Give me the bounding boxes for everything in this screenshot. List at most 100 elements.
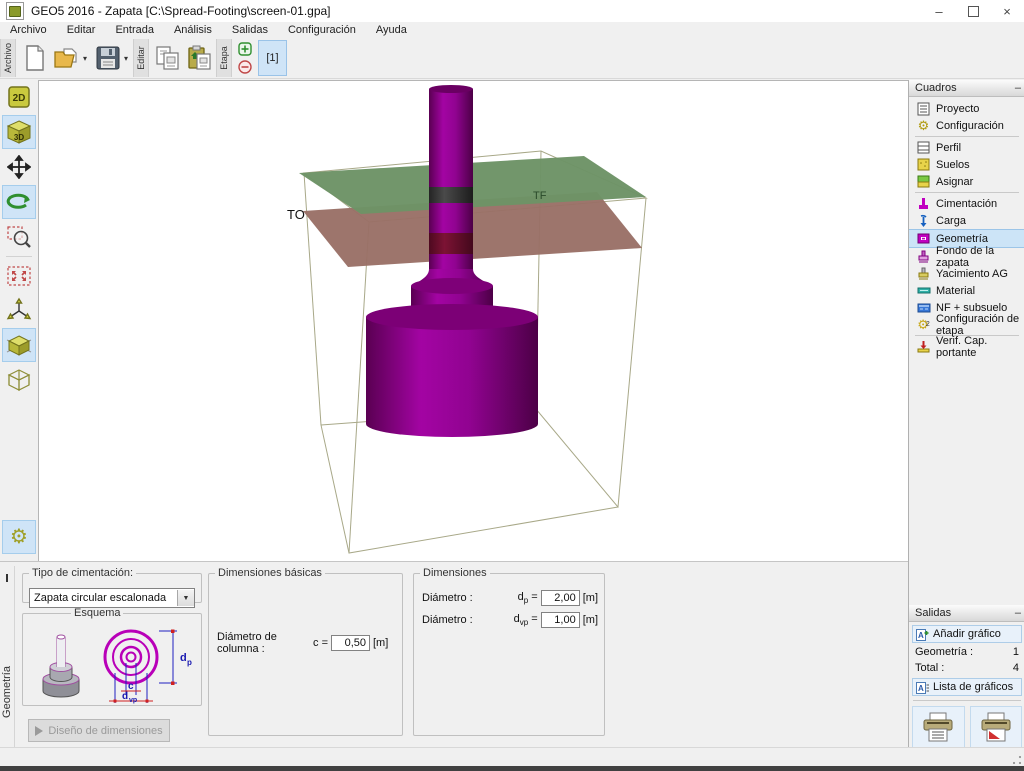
save-file-button[interactable]: [93, 41, 123, 75]
rotate-button[interactable]: [2, 185, 36, 219]
close-button[interactable]: ×: [990, 1, 1024, 22]
3d-icon: 3D: [6, 120, 32, 144]
frame-side-tab: Geometría: [0, 566, 15, 748]
schema-diagram: d p c d vp: [42, 629, 192, 704]
2d-icon: 2D: [8, 86, 30, 108]
project-icon: [916, 101, 931, 116]
main-toolbar: Archivo ▾ ▾ Editar Etapa [1]: [0, 38, 1024, 79]
resize-grip[interactable]: [1013, 756, 1021, 764]
zoom-extents-icon: [7, 266, 31, 286]
svg-text:A: A: [918, 684, 924, 693]
model-viewport[interactable]: TO TF: [38, 80, 909, 562]
new-file-button[interactable]: [20, 41, 50, 75]
list-graphics-icon: A: [916, 681, 929, 694]
sidebar-item-proyecto[interactable]: Proyecto: [909, 100, 1024, 117]
load-icon: [916, 213, 931, 228]
material-icon: [916, 283, 931, 298]
copy-icon: [156, 46, 179, 70]
soils-icon: [916, 157, 931, 172]
open-folder-icon: [54, 48, 77, 68]
stepped-footing-3d: [366, 278, 538, 437]
menu-configuracion[interactable]: Configuración: [278, 24, 366, 36]
zoom-window-button[interactable]: [3, 221, 35, 253]
view-settings-button[interactable]: ⚙: [2, 520, 36, 554]
outputs-separator: [913, 700, 1021, 701]
sidebar-item-cimentacion[interactable]: Cimentación: [909, 195, 1024, 212]
add-graphic-button[interactable]: A Añadir gráfico: [912, 625, 1022, 643]
menu-editar[interactable]: Editar: [57, 24, 106, 36]
combo-arrow-icon: ▼: [177, 590, 194, 606]
paste-button[interactable]: [185, 41, 215, 75]
geometry-count-value: 1: [1012, 646, 1019, 658]
foundation-icon: [916, 196, 931, 211]
svg-text:A: A: [918, 631, 924, 640]
minimize-button[interactable]: –: [922, 1, 956, 22]
total-count-row: Total : 4: [915, 662, 1019, 674]
stage-1-button[interactable]: [1]: [258, 40, 287, 76]
minus-icon: [237, 60, 252, 74]
outputs-minimize-button[interactable]: –: [1015, 607, 1021, 619]
sidebar-item-config-etapa[interactable]: ⚙ 2 Configuración de etapa: [909, 313, 1024, 337]
svg-text:2D: 2D: [13, 93, 26, 104]
sidebar-item-configuracion[interactable]: ⚙ Configuración: [909, 117, 1024, 134]
play-icon: [35, 725, 44, 736]
diameter-dp-row: Diámetro : dp = [m]: [422, 590, 598, 606]
maximize-button[interactable]: [956, 1, 990, 22]
list-graphics-button[interactable]: A Lista de gráficos: [912, 678, 1022, 696]
dimensions-title: Dimensiones: [423, 567, 487, 579]
clipped-cube-icon: [6, 335, 32, 356]
menu-bar: Archivo Editar Entrada Análisis Salidas …: [0, 22, 1024, 38]
design-dimensions-button[interactable]: Diseño de dimensiones: [28, 719, 170, 742]
axes-button[interactable]: [3, 294, 35, 326]
save-file-dropdown[interactable]: ▾: [124, 41, 133, 75]
svg-text:c: c: [128, 681, 134, 692]
frames-minimize-button[interactable]: –: [1015, 82, 1021, 94]
remove-stage-button[interactable]: [237, 60, 252, 75]
sidebar-item-yacimiento[interactable]: Yacimiento AG: [909, 265, 1024, 282]
new-document-icon: [26, 45, 44, 71]
diameter-dvp-input[interactable]: [540, 612, 580, 628]
outputs-panel-header: Salidas –: [909, 605, 1024, 622]
copy-button[interactable]: [153, 41, 183, 75]
view-2d-button[interactable]: 2D: [3, 81, 35, 113]
clip-view-button[interactable]: [2, 328, 36, 362]
print-picture-button[interactable]: [969, 706, 1022, 748]
sidebar-item-perfil[interactable]: Perfil: [909, 139, 1024, 156]
status-bar: [0, 747, 1024, 767]
sidebar-item-carga[interactable]: Carga: [909, 212, 1024, 229]
foundation-type-select[interactable]: Zapata circular escalonada ▼: [29, 588, 195, 608]
open-file-dropdown[interactable]: ▾: [83, 41, 92, 75]
menu-analisis[interactable]: Análisis: [164, 24, 222, 36]
zoom-window-icon: [7, 226, 31, 248]
diameter-dp-input[interactable]: [540, 590, 580, 606]
settings-icon: ⚙: [917, 118, 930, 133]
svg-text:3D: 3D: [14, 133, 24, 142]
wireframe-view-button[interactable]: [3, 364, 35, 396]
geometry-icon: [916, 231, 931, 246]
diameter-dvp-row: Diámetro : dvp = [m]: [422, 612, 598, 628]
menu-ayuda[interactable]: Ayuda: [366, 24, 417, 36]
menu-archivo[interactable]: Archivo: [0, 24, 57, 36]
paste-icon: [188, 45, 211, 70]
sidebar-item-asignar[interactable]: Asignar: [909, 173, 1024, 190]
basic-dimensions-group: Dimensiones básicas Diámetro de columna …: [208, 567, 403, 736]
menu-salidas[interactable]: Salidas: [222, 24, 278, 36]
pan-button[interactable]: [3, 151, 35, 183]
svg-text:p: p: [187, 658, 192, 667]
pan-icon: [7, 155, 31, 179]
menu-entrada[interactable]: Entrada: [105, 24, 164, 36]
sidebar-item-material[interactable]: Material: [909, 282, 1024, 299]
column-diameter-input[interactable]: [331, 635, 370, 651]
open-file-button[interactable]: [52, 41, 82, 75]
app-window: GEO5 2016 - Zapata [C:\Spread-Footing\sc…: [0, 0, 1024, 771]
sidebar-item-fondo-zapata[interactable]: Fondo de la zapata: [909, 245, 1024, 269]
print-document-button[interactable]: [912, 706, 965, 748]
sidebar-item-verif-portante[interactable]: Verif. Cap. portante: [909, 335, 1024, 359]
add-stage-button[interactable]: [237, 42, 252, 57]
sidebar-item-suelos[interactable]: Suelos: [909, 156, 1024, 173]
maximize-icon: [967, 5, 979, 17]
zoom-extents-button[interactable]: [3, 260, 35, 292]
toolbar-group-stage: Etapa: [216, 39, 232, 77]
svg-text:vp: vp: [129, 697, 137, 704]
view-3d-button[interactable]: 3D: [2, 115, 36, 149]
